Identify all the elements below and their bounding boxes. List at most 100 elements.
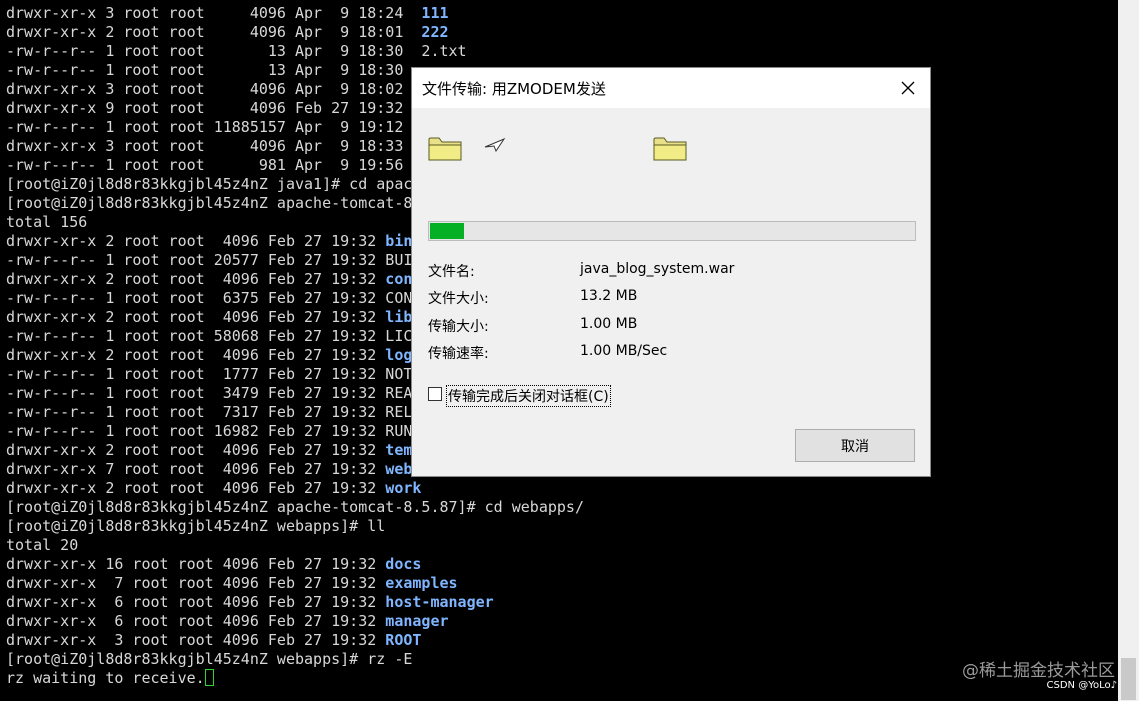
terminal-line-text: total 156 (6, 213, 88, 231)
terminal-line: -rw-r--r-- 1 root root 13 Apr 9 18:30 (6, 61, 421, 80)
terminal-line: total 156 (6, 213, 87, 232)
terminal-line-text: -rw-r--r-- 1 root root 13 Apr 9 18:30 (6, 61, 422, 79)
directory-name: ROOT (385, 631, 422, 649)
transfer-progress-bar (428, 221, 916, 241)
directory-name: 222 (421, 23, 449, 41)
terminal-line: drwxr-xr-x 2 root root 4096 Feb 27 19:32… (6, 308, 412, 327)
directory-name: 111 (421, 4, 449, 22)
terminal-line-text: drwxr-xr-x 7 root root 4096 Feb 27 19:32 (6, 574, 386, 592)
terminal-line: drwxr-xr-x 3 root root 4096 Feb 27 19:32… (6, 631, 421, 650)
directory-name: examples (385, 574, 458, 592)
terminal-line-text: [root@iZ0jl8d8r83kkgjbl45z4nZ apache-tom… (6, 498, 584, 516)
terminal-line: drwxr-xr-x 2 root root 4096 Feb 27 19:32… (6, 232, 412, 251)
terminal-line-text: drwxr-xr-x 2 root root 4096 Feb 27 19:32 (6, 308, 386, 326)
terminal-line-text: -rw-r--r-- 1 root root 1777 Feb 27 19:32… (6, 365, 413, 383)
terminal-line-text: [root@iZ0jl8d8r83kkgjbl45z4nZ webapps]# … (6, 517, 386, 535)
terminal-line-text: drwxr-xr-x 9 root root 4096 Feb 27 19:32 (6, 99, 422, 117)
close-button[interactable] (886, 68, 930, 108)
file-transfer-dialog: 文件传输: 用ZMODEM发送 文件名: java_blog_system.wa… (411, 67, 931, 477)
close-on-complete-checkbox[interactable] (428, 387, 442, 401)
terminal-line: [root@iZ0jl8d8r83kkgjbl45z4nZ apache-tom… (6, 194, 412, 213)
terminal-line: drwxr-xr-x 6 root root 4096 Feb 27 19:32… (6, 593, 494, 612)
terminal-line-text: drwxr-xr-x 7 root root 4096 Feb 27 19:32 (6, 460, 386, 478)
terminal-line: drwxr-xr-x 6 root root 4096 Feb 27 19:32… (6, 612, 449, 631)
terminal-line-text: drwxr-xr-x 2 root root 4096 Feb 27 19:32 (6, 441, 386, 459)
csdn-watermark: CSDN @YoLo♪ (1046, 680, 1117, 691)
dialog-titlebar[interactable]: 文件传输: 用ZMODEM发送 (412, 68, 930, 108)
terminal-line-text: -rw-r--r-- 1 root root 58068 Feb 27 19:3… (6, 327, 413, 345)
terminal-line: -rw-r--r-- 1 root root 20577 Feb 27 19:3… (6, 251, 412, 270)
directory-name: work (385, 479, 422, 497)
source-folder-icon (428, 137, 462, 161)
terminal-line-text: -rw-r--r-- 1 root root 13 Apr 9 18:30 2.… (6, 42, 467, 60)
terminal-line-text: drwxr-xr-x 2 root root 4096 Apr 9 18:01 (6, 23, 422, 41)
terminal-line-text: -rw-r--r-- 1 root root 981 Apr 9 19:56 (6, 156, 422, 174)
terminal-line: -rw-r--r-- 1 root root 6375 Feb 27 19:32… (6, 289, 412, 308)
terminal-line: [root@iZ0jl8d8r83kkgjbl45z4nZ apache-tom… (6, 498, 584, 517)
terminal-line-text: drwxr-xr-x 3 root root 4096 Apr 9 18:24 (6, 4, 422, 22)
filename-label: 文件名: (428, 264, 475, 280)
terminal-line: [root@iZ0jl8d8r83kkgjbl45z4nZ webapps]# … (6, 650, 412, 669)
directory-name: lib (385, 308, 413, 326)
terminal-line-text: drwxr-xr-x 3 root root 4096 Apr 9 18:33 (6, 137, 422, 155)
terminal-line: drwxr-xr-x 7 root root 4096 Feb 27 19:32… (6, 460, 412, 479)
terminal-line-text: -rw-r--r-- 1 root root 3479 Feb 27 19:32… (6, 384, 413, 402)
rate-value: 1.00 MB/Sec (580, 343, 668, 359)
directory-name: web (385, 460, 413, 478)
terminal-line: [root@iZ0jl8d8r83kkgjbl45z4nZ java1]# cd… (6, 175, 412, 194)
transferred-value: 1.00 MB (580, 316, 638, 332)
terminal-line: drwxr-xr-x 3 root root 4096 Apr 9 18:24 … (6, 4, 449, 23)
terminal-line: drwxr-xr-x 7 root root 4096 Feb 27 19:32… (6, 574, 458, 593)
terminal-line-text: -rw-r--r-- 1 root root 20577 Feb 27 19:3… (6, 251, 413, 269)
terminal-line-text: -rw-r--r-- 1 root root 11885157 Apr 9 19… (6, 118, 422, 136)
terminal-line-text: total 20 (6, 536, 79, 554)
terminal-line: -rw-r--r-- 1 root root 3479 Feb 27 19:32… (6, 384, 412, 403)
filesize-label: 文件大小: (428, 291, 489, 307)
directory-name: host-manager (385, 593, 494, 611)
terminal-line: rz waiting to receive. (6, 669, 214, 688)
terminal-line: drwxr-xr-x 3 root root 4096 Apr 9 18:33 (6, 137, 421, 156)
filename-value: java_blog_system.war (580, 261, 735, 277)
terminal-line-text: drwxr-xr-x 2 root root 4096 Feb 27 19:32 (6, 270, 386, 288)
directory-name: con (385, 270, 413, 288)
directory-name: docs (385, 555, 422, 573)
close-on-complete-label[interactable]: 传输完成后关闭对话框(C) (446, 385, 611, 407)
terminal-line: -rw-r--r-- 1 root root 16982 Feb 27 19:3… (6, 422, 412, 441)
terminal-line: -rw-r--r-- 1 root root 58068 Feb 27 19:3… (6, 327, 412, 346)
terminal-line: [root@iZ0jl8d8r83kkgjbl45z4nZ webapps]# … (6, 517, 385, 536)
terminal-line-text: drwxr-xr-x 2 root root 4096 Feb 27 19:32 (6, 346, 386, 364)
dialog-title: 文件传输: 用ZMODEM发送 (422, 80, 606, 98)
terminal-line-text: -rw-r--r-- 1 root root 16982 Feb 27 19:3… (6, 422, 413, 440)
terminal-cursor (204, 669, 214, 686)
terminal-line: -rw-r--r-- 1 root root 11885157 Apr 9 19… (6, 118, 421, 137)
terminal-scrollbar[interactable] (1118, 0, 1139, 701)
directory-name: log (385, 346, 413, 364)
terminal-line: drwxr-xr-x 2 root root 4096 Feb 27 19:32… (6, 441, 412, 460)
terminal-line: drwxr-xr-x 3 root root 4096 Apr 9 18:02 (6, 80, 421, 99)
terminal-line: -rw-r--r-- 1 root root 981 Apr 9 19:56 (6, 156, 421, 175)
terminal-line: drwxr-xr-x 16 root root 4096 Feb 27 19:3… (6, 555, 421, 574)
scrollbar-thumb[interactable] (1121, 658, 1136, 700)
terminal-line-text: -rw-r--r-- 1 root root 6375 Feb 27 19:32… (6, 289, 413, 307)
terminal-line: total 20 (6, 536, 78, 555)
terminal-line-text: [root@iZ0jl8d8r83kkgjbl45z4nZ java1]# cd… (6, 175, 413, 193)
terminal-line: -rw-r--r-- 1 root root 13 Apr 9 18:30 2.… (6, 42, 467, 61)
cancel-button[interactable]: 取消 (795, 429, 915, 462)
close-icon (901, 81, 915, 95)
terminal-line-text: drwxr-xr-x 2 root root 4096 Feb 27 19:32 (6, 232, 386, 250)
terminal-line-text: [root@iZ0jl8d8r83kkgjbl45z4nZ apache-tom… (6, 194, 413, 212)
transferred-label: 传输大小: (428, 319, 489, 335)
terminal-line: -rw-r--r-- 1 root root 1777 Feb 27 19:32… (6, 365, 412, 384)
terminal-line-text: drwxr-xr-x 6 root root 4096 Feb 27 19:32 (6, 612, 386, 630)
terminal-line: drwxr-xr-x 2 root root 4096 Feb 27 19:32… (6, 479, 421, 498)
rate-label: 传输速率: (428, 346, 489, 362)
directory-name: manager (385, 612, 449, 630)
terminal-line: drwxr-xr-x 2 root root 4096 Feb 27 19:32… (6, 270, 412, 289)
terminal-line-text: drwxr-xr-x 3 root root 4096 Feb 27 19:32 (6, 631, 386, 649)
terminal-line-text: drwxr-xr-x 3 root root 4096 Apr 9 18:02 (6, 80, 422, 98)
terminal-line-text: -rw-r--r-- 1 root root 7317 Feb 27 19:32… (6, 403, 413, 421)
terminal-line-text: drwxr-xr-x 2 root root 4096 Feb 27 19:32 (6, 479, 386, 497)
terminal-line: drwxr-xr-x 2 root root 4096 Feb 27 19:32… (6, 346, 412, 365)
terminal-line-text: rz waiting to receive. (6, 669, 205, 687)
terminal-line-text: drwxr-xr-x 6 root root 4096 Feb 27 19:32 (6, 593, 386, 611)
